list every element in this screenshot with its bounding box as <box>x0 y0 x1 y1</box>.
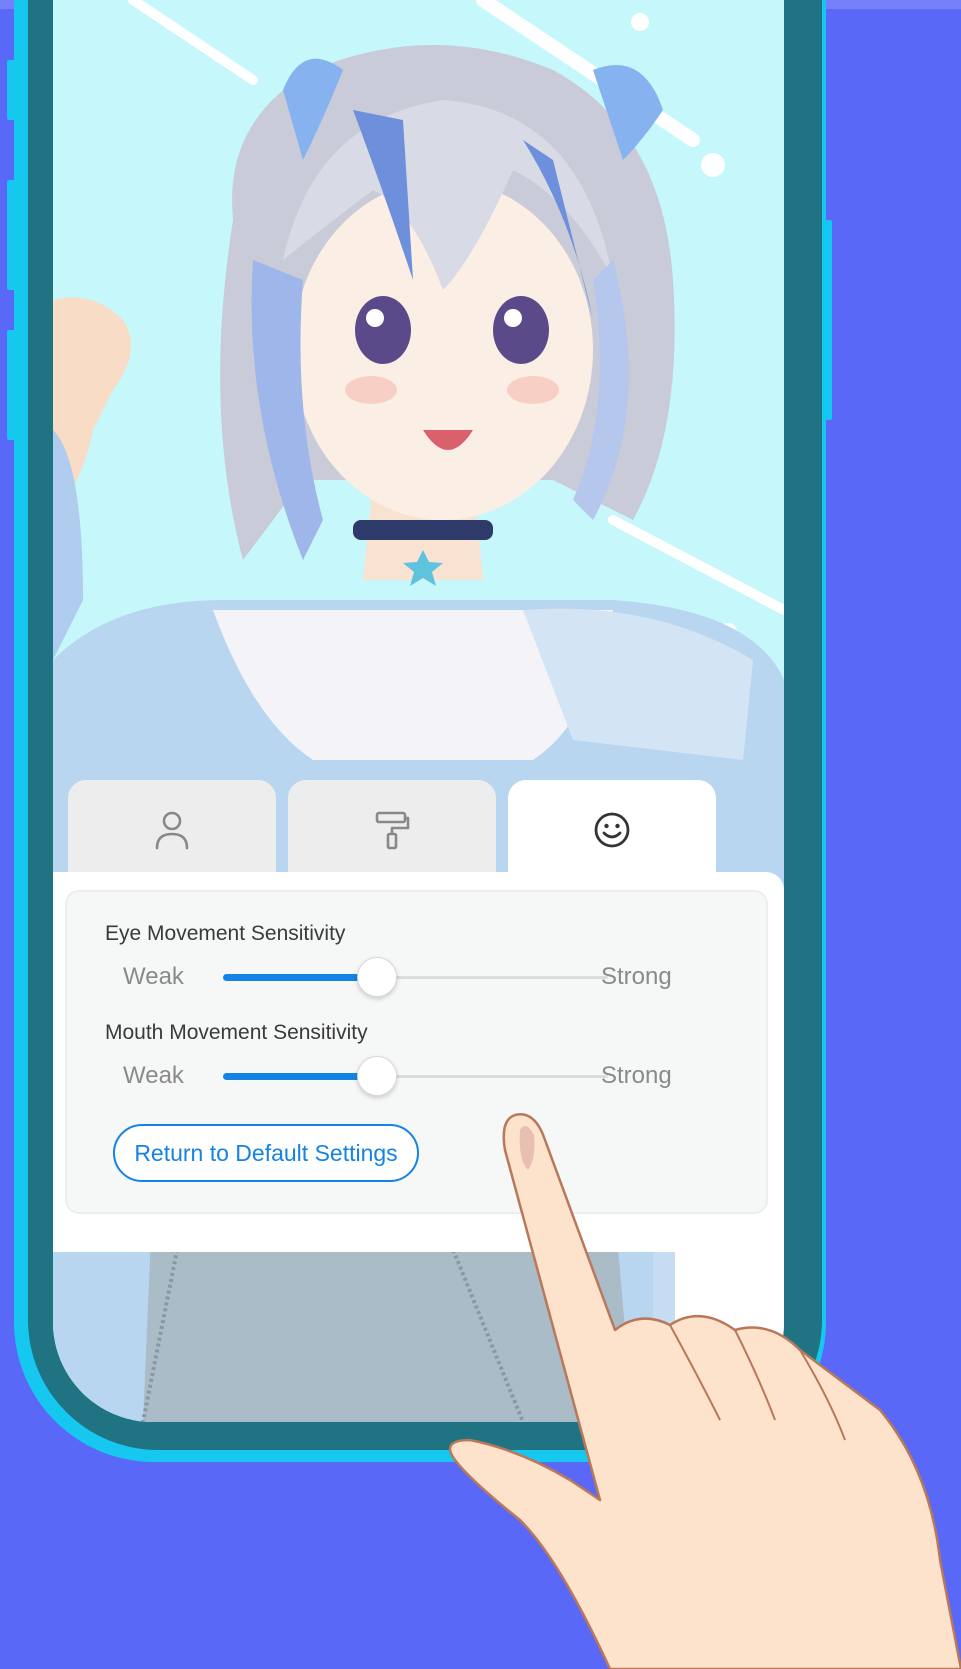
pointing-hand-illustration <box>448 1113 961 1669</box>
